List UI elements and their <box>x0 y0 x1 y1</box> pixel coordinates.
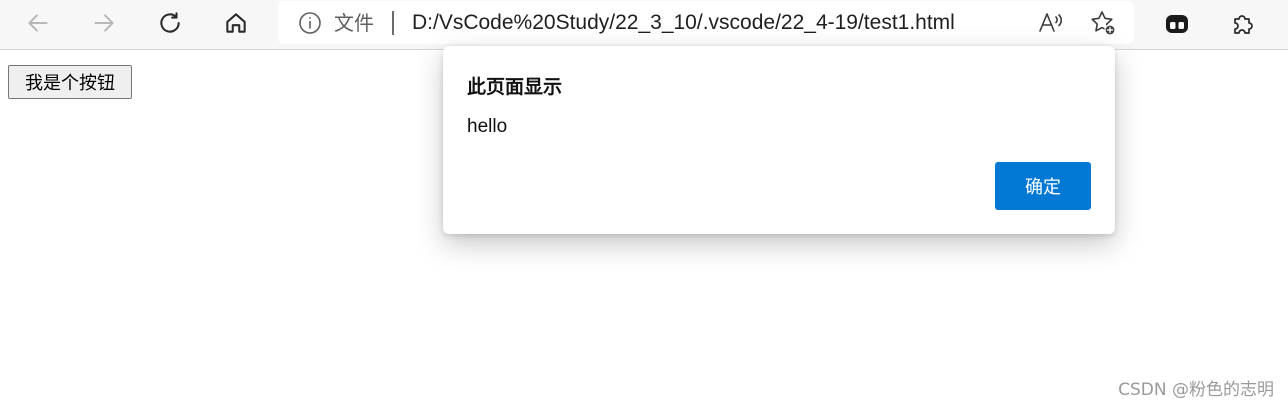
extensions-button[interactable] <box>1224 6 1262 42</box>
url-text[interactable]: D:/VsCode%20Study/22_3_10/.vscode/22_4-1… <box>412 10 955 36</box>
add-favorite-button[interactable] <box>1088 8 1118 38</box>
address-divider <box>392 11 394 35</box>
collections-button[interactable] <box>1158 6 1196 42</box>
back-arrow-icon <box>28 14 48 32</box>
add-favorite-icon <box>1091 11 1116 36</box>
address-bar[interactable]: 文件 D:/VsCode%20Study/22_3_10/.vscode/22_… <box>278 1 1134 44</box>
refresh-button[interactable] <box>150 5 190 41</box>
home-icon <box>226 13 246 33</box>
watermark-text: CSDN @粉色的志明 <box>1118 380 1274 400</box>
read-aloud-icon <box>1039 13 1063 32</box>
scheme-label: 文件 <box>334 11 374 35</box>
refresh-icon <box>160 12 180 33</box>
back-button[interactable] <box>18 5 58 41</box>
dialog-title: 此页面显示 <box>467 76 563 98</box>
page-button[interactable]: 我是个按钮 <box>8 65 132 99</box>
read-aloud-button[interactable] <box>1036 8 1066 38</box>
dialog-message: hello <box>467 116 508 137</box>
collections-icon <box>1166 15 1188 33</box>
dialog-ok-button[interactable]: 确定 <box>995 162 1091 210</box>
extensions-puzzle-icon <box>1234 15 1253 34</box>
browser-toolbar: 文件 D:/VsCode%20Study/22_3_10/.vscode/22_… <box>0 0 1288 50</box>
info-icon[interactable] <box>298 11 322 35</box>
forward-arrow-icon <box>94 14 114 32</box>
forward-button[interactable] <box>84 5 124 41</box>
home-button[interactable] <box>216 5 256 41</box>
alert-dialog: 此页面显示 hello 确定 <box>443 46 1115 234</box>
